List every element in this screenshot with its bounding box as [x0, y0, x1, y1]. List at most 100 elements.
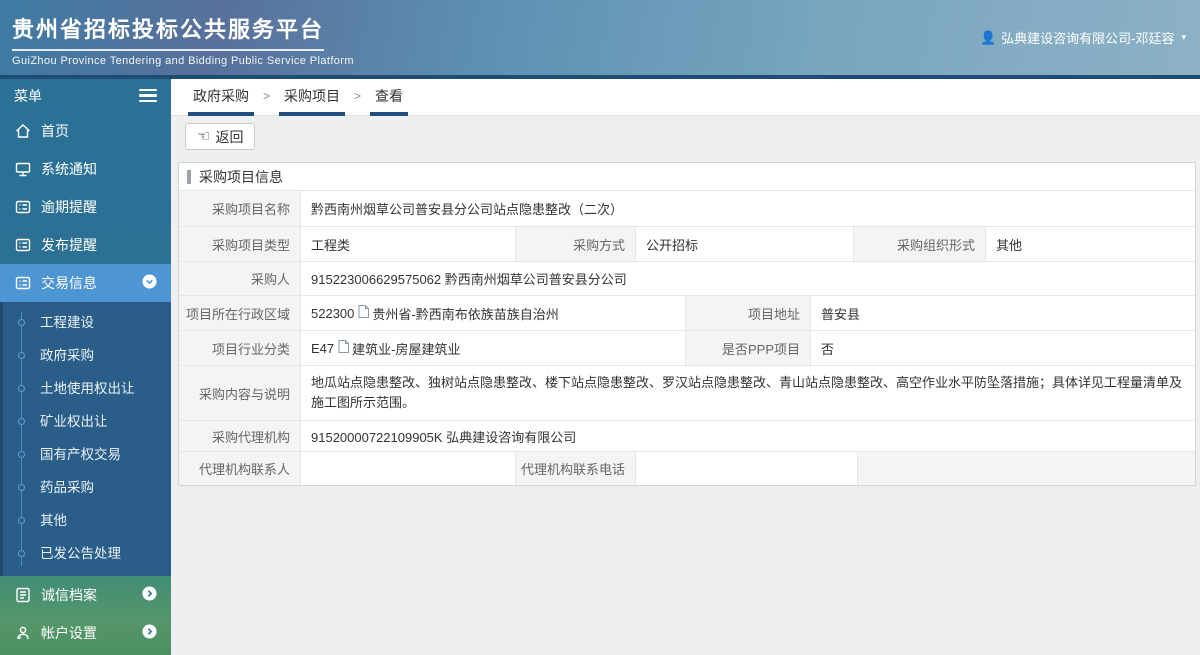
table-row: 采购人 915223006629575062 黔西南州烟草公司普安县分公司 — [179, 261, 1195, 295]
sidebar-menu-header: 菜单 — [0, 79, 171, 112]
project-name-value: 黔西南州烟草公司普安县分公司站点隐患整改（二次） — [311, 202, 624, 217]
submenu-item-land-use[interactable]: 土地使用权出让 — [0, 372, 171, 405]
submenu-item-construction[interactable]: 工程建设 — [0, 306, 171, 339]
project-type-value: 工程类 — [301, 227, 516, 261]
panel-title: 采购项目信息 — [199, 168, 283, 185]
empty-filler-cell — [858, 452, 1195, 485]
field-label: 是否PPP项目 — [686, 331, 811, 365]
sidebar-item-publish-reminder[interactable]: 发布提醒 — [0, 226, 171, 264]
industry-code: E47 — [311, 340, 335, 356]
region-name: 贵州省-黔西南布依族苗族自治州 — [372, 306, 559, 322]
sidebar-item-label: 首页 — [41, 123, 69, 139]
back-button[interactable]: ☜ 返回 — [185, 123, 256, 150]
field-label: 采购项目类型 — [179, 227, 301, 261]
procurement-method-value: 公开招标 — [636, 227, 854, 261]
table-row: 代理机构联系人 代理机构联系电话 — [179, 451, 1195, 485]
trade-info-submenu: 工程建设 政府采购 土地使用权出让 矿业权出让 国有产权交易 药品采购 其他 已… — [0, 302, 171, 576]
sidebar-item-label: 帐户设置 — [41, 625, 97, 641]
document-icon[interactable] — [338, 340, 350, 356]
region-value: 522300 贵州省-黔西南布依族苗族自治州 — [301, 296, 686, 330]
region-code: 522300 — [311, 305, 355, 321]
chevron-down-circle-icon — [142, 274, 157, 292]
submenu-item-gov-procurement[interactable]: 政府采购 — [0, 339, 171, 372]
field-label: 采购人 — [179, 262, 301, 295]
sidebar-item-label: 系统通知 — [41, 161, 97, 177]
notebook-icon — [14, 236, 32, 254]
breadcrumb-procurement-project[interactable]: 采购项目 — [279, 79, 346, 116]
submenu-item-mining-rights[interactable]: 矿业权出让 — [0, 405, 171, 438]
document-icon[interactable] — [358, 305, 370, 321]
field-label: 代理机构联系人 — [179, 452, 301, 485]
table-row: 采购项目类型 工程类 采购方式 公开招标 采购组织形式 其他 — [179, 226, 1195, 261]
sidebar-item-account-settings[interactable]: 帐户设置 — [0, 614, 171, 652]
table-row: 采购代理机构 91520000722109905K 弘典建设咨询有限公司 — [179, 420, 1195, 451]
table-row: 采购项目名称 黔西南州烟草公司普安县分公司站点隐患整改（二次） — [179, 190, 1195, 226]
site-title: 贵州省招标投标公共服务平台 — [12, 12, 325, 51]
field-label: 采购项目名称 — [179, 191, 301, 226]
chevron-right-circle-icon — [142, 624, 157, 642]
org-form-value: 其他 — [996, 237, 1023, 253]
project-info-panel: 采购项目信息 采购项目名称 黔西南州烟草公司普安县分公司站点隐患整改（二次） 采… — [178, 162, 1196, 486]
submenu-item-other[interactable]: 其他 — [0, 504, 171, 537]
breadcrumb-view[interactable]: 查看 — [370, 79, 409, 116]
user-icon: 👤 — [979, 29, 997, 45]
sidebar-item-label: 交易信息 — [41, 275, 97, 291]
breadcrumb: 政府采购 > 采购项目 > 查看 — [171, 79, 1200, 116]
user-name: 弘典建设咨询有限公司-邓廷容 — [1001, 31, 1175, 46]
sidebar-item-label: 逾期提醒 — [41, 199, 97, 215]
submenu-item-drug-procurement[interactable]: 药品采购 — [0, 471, 171, 504]
back-hand-icon: ☜ — [197, 128, 211, 145]
field-label: 采购组织形式 — [854, 227, 986, 261]
table-row: 项目行业分类 E47 建筑业-房屋建筑业 是否PPP项目 否 — [179, 330, 1195, 365]
field-label: 采购代理机构 — [179, 421, 301, 451]
sidebar-item-home[interactable]: 首页 — [0, 112, 171, 150]
notebook-icon — [14, 274, 32, 292]
site-subtitle: GuiZhou Province Tendering and Bidding P… — [12, 55, 354, 67]
sidebar-item-label: 诚信档案 — [41, 587, 97, 603]
monitor-icon — [14, 160, 32, 178]
toolbar: ☜ 返回 — [171, 116, 1200, 150]
caret-down-icon: ▾ — [1181, 32, 1186, 42]
notebook-icon — [14, 198, 32, 216]
menu-label: 菜单 — [14, 87, 42, 104]
submenu-item-state-assets[interactable]: 国有产权交易 — [0, 438, 171, 471]
agency-value: 91520000722109905K 弘典建设咨询有限公司 — [311, 429, 577, 445]
main-content: 政府采购 > 采购项目 > 查看 ☜ 返回 采购项目信息 采购项目名称 黔西南州… — [171, 79, 1200, 655]
field-label: 采购方式 — [516, 227, 636, 261]
back-button-label: 返回 — [215, 128, 244, 145]
sidebar-item-overdue-reminder[interactable]: 逾期提醒 — [0, 188, 171, 226]
list-icon — [14, 586, 32, 604]
agency-contact-value — [301, 452, 516, 485]
field-label: 代理机构联系电话 — [516, 452, 636, 485]
content-description-value: 地瓜站点隐患整改、独树站点隐患整改、楼下站点隐患整改、罗汉站点隐患整改、青山站点… — [311, 375, 1183, 410]
table-row: 采购内容与说明 地瓜站点隐患整改、独树站点隐患整改、楼下站点隐患整改、罗汉站点隐… — [179, 365, 1195, 420]
sidebar-item-system-notice[interactable]: 系统通知 — [0, 150, 171, 188]
sidebar: 菜单 首页 系统通知 逾期提醒 发布提醒 交易信息 工程建设 政府采购 土地使用… — [0, 79, 171, 655]
home-icon — [14, 122, 32, 140]
agency-phone-value — [636, 452, 858, 485]
field-label: 项目所在行政区域 — [179, 296, 301, 330]
submenu-item-published-notices[interactable]: 已发公告处理 — [0, 537, 171, 570]
field-label: 项目地址 — [686, 296, 811, 330]
header-banner: 贵州省招标投标公共服务平台 GuiZhou Province Tendering… — [0, 0, 1200, 79]
brand: 贵州省招标投标公共服务平台 GuiZhou Province Tendering… — [12, 12, 354, 67]
breadcrumb-separator: > — [354, 89, 362, 103]
field-label: 项目行业分类 — [179, 331, 301, 365]
panel-title-row: 采购项目信息 — [179, 163, 1195, 190]
user-menu[interactable]: 👤 弘典建设咨询有限公司-邓廷容 ▾ — [980, 28, 1186, 47]
breadcrumb-separator: > — [263, 89, 271, 103]
industry-name: 建筑业-房屋建筑业 — [352, 341, 461, 357]
sidebar-item-integrity-archive[interactable]: 诚信档案 — [0, 576, 171, 614]
ppp-value: 否 — [821, 341, 835, 357]
sidebar-item-label: 发布提醒 — [41, 237, 97, 253]
breadcrumb-gov-procurement[interactable]: 政府采购 — [188, 79, 254, 116]
project-address-value: 普安县 — [821, 306, 861, 322]
hamburger-icon[interactable] — [139, 88, 157, 103]
chevron-right-circle-icon — [142, 586, 157, 604]
sidebar-item-trade-info[interactable]: 交易信息 — [0, 264, 171, 302]
table-row: 项目所在行政区域 522300 贵州省-黔西南布依族苗族自治州 项目地址 普安县 — [179, 295, 1195, 330]
title-accent-bar — [187, 169, 191, 184]
field-label: 采购内容与说明 — [179, 366, 301, 420]
industry-value: E47 建筑业-房屋建筑业 — [301, 331, 686, 365]
person-icon — [14, 624, 32, 642]
